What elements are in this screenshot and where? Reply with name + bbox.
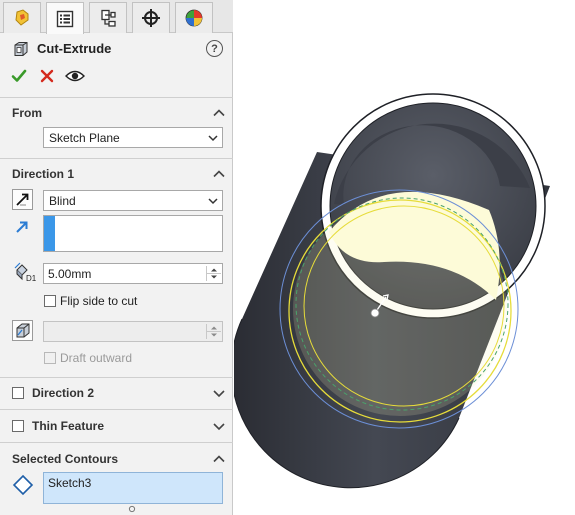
- end-condition-value: Blind: [49, 194, 76, 208]
- eye-icon: [65, 70, 85, 82]
- flip-side-label: Flip side to cut: [60, 294, 138, 308]
- draft-angle-input[interactable]: [43, 321, 223, 342]
- divider: [0, 377, 233, 378]
- divider: [0, 97, 233, 98]
- property-manager-tab[interactable]: [46, 2, 84, 34]
- spin-arrows-icon: [207, 268, 221, 279]
- direction-vector-field[interactable]: [43, 215, 223, 252]
- appearance-pie-icon: [185, 9, 203, 27]
- from-select-value: Sketch Plane: [49, 131, 120, 145]
- selection-focus-bar: [44, 216, 55, 251]
- from-section-header[interactable]: From: [0, 102, 233, 124]
- svg-text:D1: D1: [26, 274, 36, 282]
- display-manager-tab[interactable]: [175, 2, 213, 33]
- thin-feature-section-title: Thin Feature: [32, 419, 105, 433]
- draft-angle-spinner[interactable]: [206, 324, 221, 339]
- dimxpert-tab[interactable]: [132, 2, 170, 33]
- graphics-viewport[interactable]: [230, 0, 575, 515]
- flip-side-checkbox[interactable]: [44, 295, 56, 307]
- chevron-down-icon: [208, 198, 218, 205]
- chevron-down-icon: [208, 135, 218, 142]
- configuration-manager-tab[interactable]: [89, 2, 127, 33]
- help-icon[interactable]: ?: [206, 40, 223, 57]
- depth-input[interactable]: 5.00mm: [43, 263, 223, 284]
- feature-header: Cut-Extrude ?: [0, 36, 233, 62]
- divider: [0, 158, 233, 159]
- selected-contours-list[interactable]: Sketch3: [43, 472, 223, 504]
- preview-button[interactable]: [64, 67, 86, 85]
- direction2-section-header[interactable]: Direction 2: [0, 382, 233, 404]
- property-manager-panel: Cut-Extrude ? From Sketch Plane Directio…: [0, 0, 233, 515]
- ok-button[interactable]: [10, 67, 28, 85]
- draft-outward-checkbox[interactable]: [44, 352, 56, 364]
- depth-spinner[interactable]: [206, 266, 221, 281]
- direction1-section-header[interactable]: Direction 1: [0, 163, 233, 185]
- spin-arrows-icon: [207, 326, 221, 337]
- reverse-direction-button[interactable]: [12, 189, 33, 210]
- direction-vector-icon: [16, 221, 28, 233]
- help-label: ?: [211, 42, 218, 55]
- thin-feature-section-header[interactable]: Thin Feature: [0, 415, 233, 437]
- action-buttons: [10, 67, 100, 85]
- from-select[interactable]: Sketch Plane: [43, 127, 223, 148]
- manager-tab-bar: [0, 0, 233, 34]
- feature-manager-tab[interactable]: [3, 2, 41, 33]
- cut-extrude-icon: [14, 42, 28, 56]
- cancel-button[interactable]: [38, 67, 56, 85]
- depth-dimension-icon: D1: [14, 262, 36, 282]
- crosshair-icon: [142, 9, 160, 27]
- contour-list-item[interactable]: Sketch3: [48, 476, 91, 490]
- resize-handle-icon[interactable]: [128, 505, 136, 513]
- from-section-title: From: [12, 106, 42, 120]
- draft-toggle-button[interactable]: [12, 320, 33, 341]
- page-title: Cut-Extrude: [37, 41, 112, 56]
- draft-outward-label: Draft outward: [60, 351, 133, 365]
- selected-contours-section-header[interactable]: Selected Contours: [0, 448, 233, 470]
- configuration-icon: [101, 9, 116, 27]
- x-icon: [40, 69, 54, 83]
- feature-tree-icon: [15, 9, 29, 26]
- direction2-checkbox[interactable]: [12, 387, 24, 399]
- chevron-up-icon[interactable]: [212, 167, 226, 181]
- selected-contours-section-title: Selected Contours: [12, 452, 119, 466]
- chevron-up-icon[interactable]: [212, 106, 226, 120]
- chevron-down-icon[interactable]: [212, 419, 226, 433]
- end-condition-select[interactable]: Blind: [43, 190, 223, 211]
- direction1-section-title: Direction 1: [12, 167, 75, 181]
- reverse-direction-icon: [16, 193, 29, 206]
- chevron-down-icon[interactable]: [212, 386, 226, 400]
- checkmark-icon: [11, 69, 27, 82]
- chevron-up-icon[interactable]: [212, 452, 226, 466]
- contour-diamond-icon: [12, 474, 34, 496]
- property-manager-icon: [56, 10, 74, 27]
- cylinder-model[interactable]: [230, 0, 575, 515]
- direction2-section-title: Direction 2: [32, 386, 95, 400]
- depth-value: 5.00mm: [48, 267, 92, 281]
- draft-icon: [16, 323, 30, 338]
- divider: [0, 442, 233, 443]
- thin-feature-checkbox[interactable]: [12, 420, 24, 432]
- divider: [0, 409, 233, 410]
